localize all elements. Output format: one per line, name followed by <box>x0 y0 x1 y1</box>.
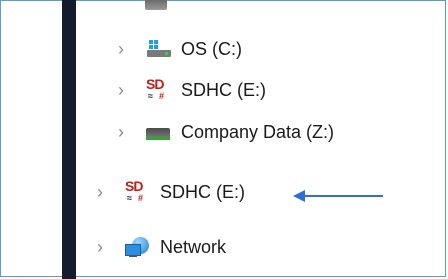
tree-item-label: SDHC (E:) <box>181 79 266 100</box>
tree-item-company-data-z[interactable]: › Company Data (Z:) <box>113 117 334 147</box>
partial-drive-icon <box>145 0 167 10</box>
tree-item-os-c[interactable]: › OS (C:) <box>113 34 242 64</box>
tree-item-network[interactable]: › Network <box>92 232 226 262</box>
tree-item-label: Network <box>160 236 227 257</box>
tree-item-label: SDHC (E:) <box>160 181 245 202</box>
os-drive-icon <box>145 37 171 61</box>
tree-item-sdhc-e[interactable]: › SD ≈ # SDHC (E:) <box>113 75 266 105</box>
chevron-right-icon[interactable]: › <box>113 81 129 99</box>
chevron-right-icon[interactable]: › <box>113 123 129 141</box>
chevron-right-icon[interactable]: › <box>92 238 108 256</box>
sd-card-icon: SD ≈ # <box>125 178 144 203</box>
tree-item-label: Company Data (Z:) <box>181 121 335 142</box>
sd-card-icon: SD ≈ # <box>146 76 165 101</box>
network-icon <box>124 235 150 259</box>
annotation-arrow-icon <box>293 190 383 202</box>
chevron-right-icon[interactable]: › <box>92 183 108 201</box>
window-edge-bar <box>62 0 76 279</box>
network-drive-icon <box>145 120 171 144</box>
chevron-right-icon[interactable]: › <box>113 40 129 58</box>
tree-item-sdhc-e-root[interactable]: › SD ≈ # SDHC (E:) <box>92 177 245 207</box>
tree-item-label: OS (C:) <box>181 38 242 59</box>
